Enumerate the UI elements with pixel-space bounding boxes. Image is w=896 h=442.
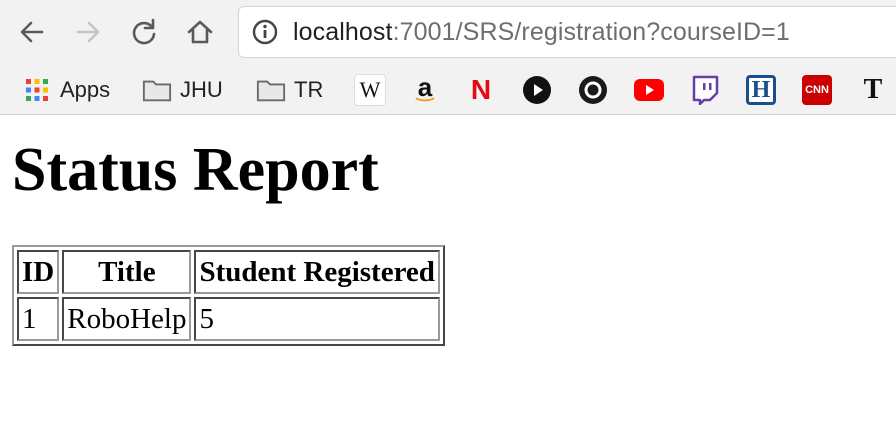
twitch-icon	[690, 75, 720, 105]
bookmark-wikipedia[interactable]: W	[354, 72, 386, 108]
forward-button[interactable]	[70, 14, 106, 50]
reload-button[interactable]	[126, 14, 162, 50]
bookmark-label: JHU	[180, 77, 223, 102]
record-circle-icon	[578, 75, 608, 105]
table-header-row: ID Title Student Registered	[17, 250, 440, 294]
bookmark-play[interactable]	[522, 72, 552, 108]
reload-icon	[132, 18, 156, 45]
bookmark-twitch[interactable]	[690, 72, 720, 108]
arrow-right-icon	[76, 21, 100, 43]
wikipedia-icon: W	[354, 74, 386, 106]
bookmark-youtube[interactable]	[634, 72, 664, 108]
browser-toolbar: localhost:7001/SRS/registration?courseID…	[0, 0, 896, 66]
bookmark-amazon[interactable]: a	[410, 72, 440, 108]
folder-icon	[256, 75, 286, 105]
bookmark-folder-tr[interactable]: TR	[256, 72, 323, 108]
address-bar[interactable]: localhost:7001/SRS/registration?courseID…	[238, 6, 896, 58]
back-button[interactable]	[14, 14, 50, 50]
bookmark-h[interactable]: H	[746, 72, 776, 108]
h-icon: H	[746, 75, 776, 105]
info-icon[interactable]	[251, 18, 279, 46]
bookmark-apps[interactable]: Apps	[22, 72, 110, 108]
page-content: Status Report ID Title Student Registere…	[0, 135, 896, 346]
url-host: localhost	[293, 17, 393, 46]
cell-title: RoboHelp	[62, 297, 192, 341]
column-header-student-registered: Student Registered	[194, 250, 440, 294]
cell-id: 1	[17, 297, 60, 341]
home-button[interactable]	[182, 14, 218, 50]
bookmark-label: Apps	[60, 77, 111, 102]
bookmark-record[interactable]	[578, 72, 608, 108]
apps-grid-icon	[22, 75, 52, 105]
folder-icon	[142, 75, 172, 105]
bookmark-nyt[interactable]: T	[858, 72, 888, 108]
table-row: 1 RoboHelp 5	[17, 297, 440, 341]
bookmark-label: TR	[294, 77, 324, 102]
browser-chrome: localhost:7001/SRS/registration?courseID…	[0, 0, 896, 115]
play-circle-icon	[522, 75, 552, 105]
bookmark-netflix[interactable]: N	[466, 72, 496, 108]
column-header-title: Title	[62, 250, 192, 294]
bookmark-folder-jhu[interactable]: JHU	[142, 72, 223, 108]
url-text[interactable]: localhost:7001/SRS/registration?courseID…	[293, 18, 790, 47]
page-title: Status Report	[12, 136, 379, 204]
status-report-table: ID Title Student Registered 1 RoboHelp 5	[12, 245, 445, 346]
nyt-icon: T	[863, 74, 883, 105]
cell-student-registered: 5	[194, 297, 440, 341]
bookmarks-bar: Apps JHU TR W a N H CNN T	[0, 66, 896, 114]
amazon-icon: a	[410, 72, 440, 105]
netflix-icon: N	[470, 74, 492, 105]
cnn-icon: CNN	[802, 75, 832, 105]
column-header-id: ID	[17, 250, 60, 294]
home-icon	[187, 20, 213, 44]
url-path: :7001/SRS/registration?courseID=1	[392, 17, 790, 46]
amazon-glyph: a	[417, 72, 433, 102]
arrow-left-icon	[20, 21, 44, 43]
youtube-icon	[634, 75, 664, 105]
bookmark-cnn[interactable]: CNN	[802, 72, 832, 108]
